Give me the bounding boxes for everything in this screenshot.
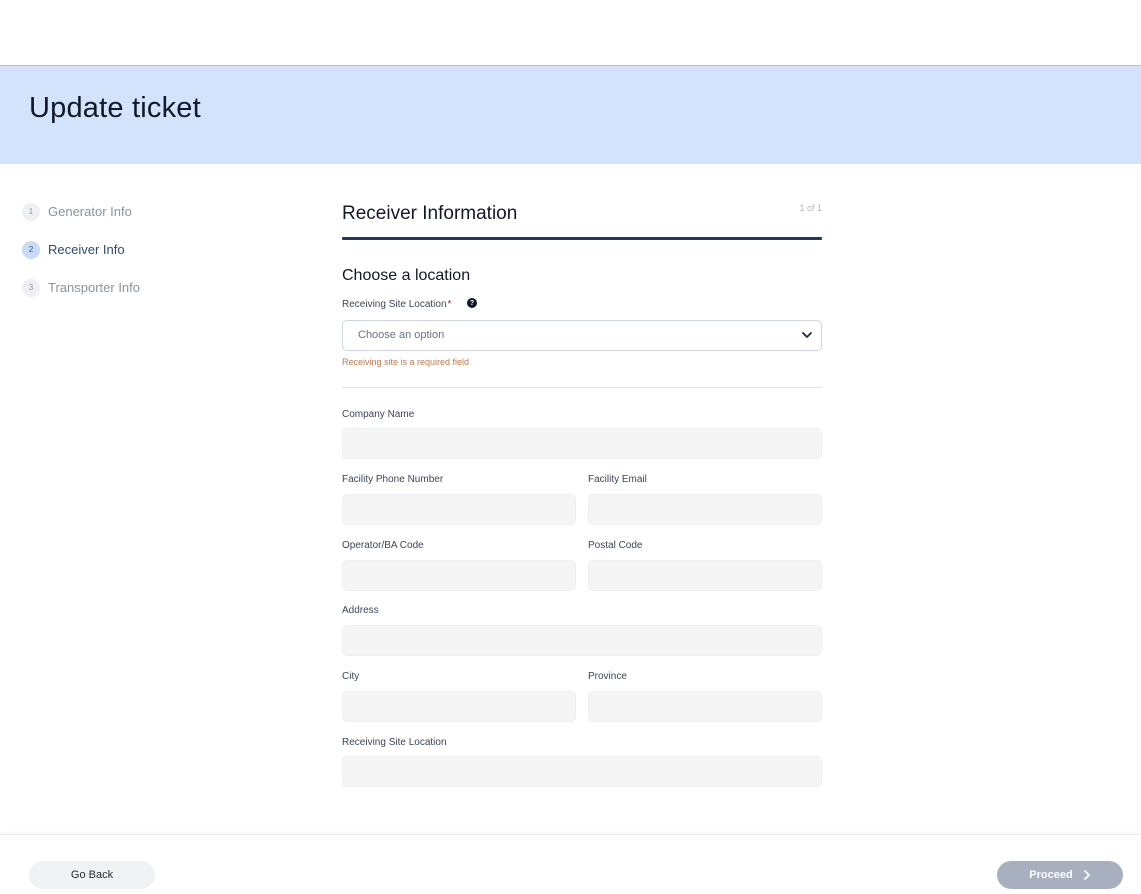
facility-email-label: Facility Email	[588, 474, 647, 485]
chevron-right-icon	[1083, 870, 1090, 880]
select-placeholder: Choose an option	[358, 329, 445, 341]
chevron-down-icon	[802, 332, 812, 338]
receiving-site-location-field[interactable]	[342, 756, 822, 787]
facility-phone-field[interactable]	[342, 494, 576, 525]
province-label: Province	[588, 671, 627, 682]
step-receiver-info[interactable]: 2 Receiver Info	[22, 240, 140, 259]
city-field[interactable]	[342, 691, 576, 722]
question-circle-icon[interactable]: ?	[467, 298, 477, 308]
proceed-label: Proceed	[1029, 869, 1073, 881]
operator-code-field[interactable]	[342, 560, 576, 591]
step-generator-info[interactable]: 1 Generator Info	[22, 202, 140, 221]
page-title: Update ticket	[29, 92, 201, 124]
form-title: Receiver Information	[342, 203, 518, 224]
step-transporter-info[interactable]: 3 Transporter Info	[22, 278, 140, 297]
step-number: 1	[22, 202, 40, 221]
postal-code-label: Postal Code	[588, 540, 643, 551]
section-divider	[342, 387, 822, 388]
title-underline	[342, 237, 822, 240]
required-mark: *	[447, 299, 452, 310]
step-navigation: 1 Generator Info 2 Receiver Info 3 Trans…	[22, 202, 140, 316]
top-bar	[0, 0, 1141, 66]
facility-phone-label: Facility Phone Number	[342, 474, 444, 485]
company-name-label: Company Name	[342, 409, 415, 420]
facility-email-field[interactable]	[588, 494, 822, 525]
step-number: 2	[22, 240, 40, 259]
receiving-site-select[interactable]: Choose an option	[342, 320, 822, 351]
postal-code-field[interactable]	[588, 560, 822, 591]
footer-bar: Go Back Proceed	[0, 834, 1141, 894]
page-count: 1 of 1	[799, 203, 822, 213]
step-label: Generator Info	[48, 204, 132, 219]
address-field[interactable]	[342, 625, 822, 656]
city-label: City	[342, 671, 360, 682]
proceed-button[interactable]: Proceed	[997, 861, 1123, 889]
receiving-site-location-label: Receiving Site Location	[342, 737, 447, 748]
receiving-site-error: Receiving site is a required field	[342, 357, 470, 367]
operator-code-label: Operator/BA Code	[342, 540, 424, 551]
go-back-button[interactable]: Go Back	[29, 861, 155, 889]
step-number: 3	[22, 278, 40, 297]
company-name-field[interactable]	[342, 428, 822, 459]
receiving-site-label-text: Receiving Site Location	[342, 299, 447, 310]
section-title: Choose a location	[342, 267, 471, 284]
page-header: Update ticket	[0, 66, 1141, 164]
step-label: Receiver Info	[48, 242, 125, 257]
step-label: Transporter Info	[48, 280, 141, 295]
receiving-site-label: Receiving Site Location*	[342, 299, 451, 310]
province-field[interactable]	[588, 691, 822, 722]
address-label: Address	[342, 605, 379, 616]
